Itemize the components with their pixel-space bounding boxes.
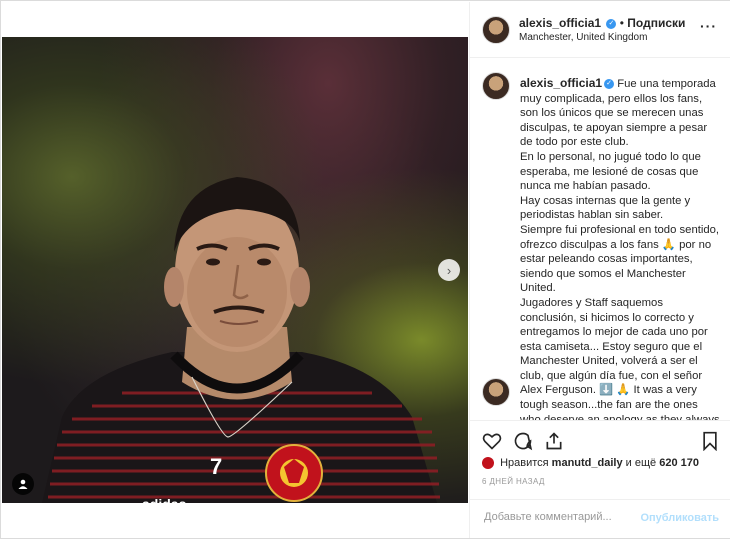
media-top-padding	[2, 2, 468, 37]
caption-avatar[interactable]	[482, 72, 510, 100]
club-crest-icon	[265, 444, 323, 502]
post-header: alexis_officia1 ✓ • Подписки Manchester,…	[470, 2, 730, 58]
jersey-number: 7	[210, 454, 222, 479]
post-photo[interactable]: adidas 7 ›	[2, 37, 468, 503]
post-sidebar: alexis_officia1 ✓ • Подписки Manchester,…	[469, 2, 730, 538]
verified-badge-icon: ✓	[604, 79, 615, 90]
tagged-users-button[interactable]	[12, 473, 34, 495]
liker-avatar[interactable]	[482, 457, 494, 470]
header-line: alexis_officia1 ✓ • Подписки	[519, 16, 685, 30]
user-tag-icon	[18, 479, 28, 489]
player-illustration: adidas 7	[42, 177, 440, 503]
liker-username[interactable]: manutd_daily	[552, 457, 623, 469]
sponsor-text: adidas	[142, 496, 187, 503]
likes-count[interactable]: 620 170	[659, 457, 699, 469]
comment-input[interactable]	[482, 510, 646, 524]
header-separator: •	[619, 16, 624, 30]
post-dialog: adidas 7 › alexis_officia1 ✓ • Подписки	[0, 0, 730, 539]
post-timestamp[interactable]: 6 ДНЕЙ НАЗАД	[482, 477, 545, 486]
header-username[interactable]: alexis_officia1	[519, 16, 601, 30]
location-link[interactable]: Manchester, United Kingdom	[519, 32, 647, 43]
follow-button[interactable]: Подписки	[627, 16, 685, 30]
likes-and-more: и ещё	[625, 457, 657, 469]
chevron-right-icon: ›	[446, 262, 452, 278]
media-bottom-padding	[2, 503, 468, 538]
share-icon[interactable]	[544, 431, 564, 451]
heart-icon[interactable]	[482, 431, 502, 451]
caption-text: Fue una temporada muy complicada, pero e…	[520, 78, 720, 420]
action-bar	[470, 420, 730, 461]
post-caption: alexis_officia1 ✓ Fue una temporada muy c…	[520, 76, 720, 420]
likes-line: Нравится manutd_daily и ещё 620 170	[482, 457, 699, 470]
comment-icon[interactable]	[513, 431, 533, 451]
avatar[interactable]	[482, 16, 510, 44]
comment-form: Опубликовать	[470, 499, 730, 539]
comments-scroll-area[interactable]: alexis_officia1 ✓ Fue una temporada muy c…	[470, 58, 730, 420]
next-photo-button[interactable]: ›	[438, 259, 460, 281]
likes-prefix: Нравится	[500, 457, 549, 469]
comment-avatar[interactable]	[482, 378, 510, 406]
publish-button[interactable]: Опубликовать	[640, 512, 719, 524]
verified-badge-icon: ✓	[606, 18, 617, 29]
caption-username[interactable]: alexis_officia1	[520, 76, 602, 90]
more-horizontal-icon[interactable]: ···	[700, 18, 717, 34]
bookmark-icon[interactable]	[701, 431, 719, 451]
